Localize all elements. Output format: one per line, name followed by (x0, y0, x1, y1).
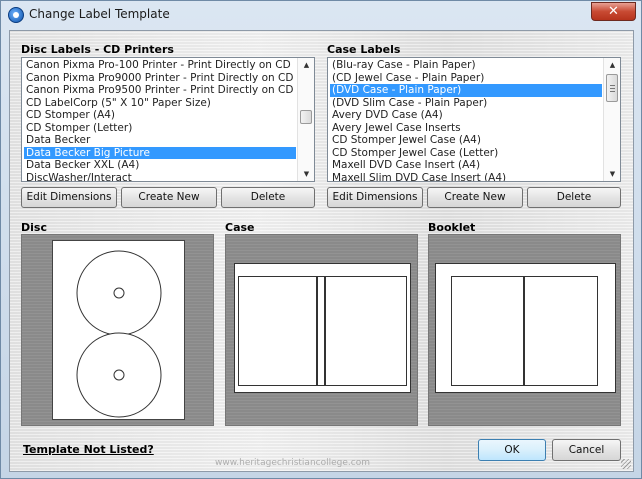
disc-delete-button[interactable]: Delete (221, 187, 315, 208)
disc-edit-dimensions-button[interactable]: Edit Dimensions (21, 187, 117, 208)
list-item[interactable]: Canon Pixma Pro-100 Printer - Print Dire… (24, 59, 296, 72)
case-insert-outline (234, 263, 411, 393)
disc-bottom-hole (113, 369, 125, 381)
template-not-listed-link[interactable]: Template Not Listed? (23, 443, 154, 456)
case-labels-heading: Case Labels (327, 43, 401, 56)
list-item[interactable]: (DVD Slim Case - Plain Paper) (330, 97, 602, 110)
disc-labels-list[interactable]: Canon Pixma Pro-100 Printer - Print Dire… (21, 57, 315, 182)
scroll-down-arrow-icon[interactable]: ▼ (298, 167, 314, 181)
disc-labels-scrollbar[interactable]: ▲ ▼ (297, 58, 314, 181)
ok-button[interactable]: OK (478, 439, 546, 461)
case-preview-heading: Case (225, 221, 255, 234)
list-item[interactable]: Avery Jewel Case Inserts (330, 122, 602, 135)
watermark: www.heritagechristiancollege.com (215, 458, 370, 468)
disc-labels-heading: Disc Labels - CD Printers (21, 43, 174, 56)
dialog-client-area: Disc Labels - CD Printers Canon Pixma Pr… (9, 30, 634, 472)
booklet-right-page (524, 276, 598, 386)
scroll-thumb[interactable] (300, 110, 312, 124)
list-item[interactable]: CD Stomper (Letter) (24, 122, 296, 135)
scroll-down-arrow-icon[interactable]: ▼ (604, 167, 620, 181)
list-item[interactable]: Canon Pixma Pro9500 Printer - Print Dire… (24, 84, 296, 97)
cancel-button[interactable]: Cancel (552, 439, 621, 461)
close-icon: ✕ (608, 4, 619, 19)
close-button[interactable]: ✕ (591, 2, 636, 21)
list-item[interactable]: CD Stomper Jewel Case (Letter) (330, 147, 602, 160)
disc-top-hole (113, 287, 125, 299)
disc-sheet (52, 240, 185, 420)
resize-grip[interactable] (621, 459, 631, 469)
case-labels-scrollbar[interactable]: ▲ ▼ (603, 58, 620, 181)
list-item[interactable]: CD Stomper (A4) (24, 109, 296, 122)
disc-app-icon (8, 7, 24, 23)
list-item[interactable]: Avery DVD Case (A4) (330, 109, 602, 122)
case-spine-panel (317, 276, 325, 386)
booklet-preview-panel (428, 234, 621, 426)
disc-preview-heading: Disc (21, 221, 47, 234)
list-item[interactable]: (Blu-ray Case - Plain Paper) (330, 59, 602, 72)
case-front-panel (325, 276, 407, 386)
list-item[interactable]: Data Becker Big Picture (24, 146, 296, 159)
scroll-up-arrow-icon[interactable]: ▲ (604, 58, 620, 72)
case-edit-dimensions-button[interactable]: Edit Dimensions (327, 187, 423, 208)
title-bar[interactable]: Change Label Template ✕ (1, 1, 641, 29)
list-item[interactable]: (DVD Case - Plain Paper) (330, 84, 602, 97)
list-item[interactable]: Maxell DVD Case Insert (A4) (330, 159, 602, 172)
list-item[interactable]: DiscWasher/Interact (24, 172, 296, 182)
booklet-preview-heading: Booklet (428, 221, 476, 234)
window-title: Change Label Template (29, 7, 170, 21)
disc-layout-drawing (76, 250, 162, 418)
case-back-panel (238, 276, 317, 386)
case-preview-panel (225, 234, 418, 426)
case-delete-button[interactable]: Delete (527, 187, 621, 208)
case-labels-list[interactable]: (Blu-ray Case - Plain Paper) (CD Jewel Ca… (327, 57, 621, 182)
scroll-thumb[interactable] (606, 74, 618, 102)
list-item[interactable]: Data Becker (24, 134, 296, 147)
scroll-up-arrow-icon[interactable]: ▲ (298, 58, 314, 72)
list-item[interactable]: Canon Pixma Pro9000 Printer - Print Dire… (24, 72, 296, 85)
change-label-template-window: Change Label Template ✕ Disc Labels - CD… (0, 0, 642, 479)
list-item[interactable]: Maxell Slim DVD Case Insert (A4) (330, 172, 602, 182)
booklet-left-page (451, 276, 524, 386)
list-item[interactable]: CD LabelCorp (5" X 10" Paper Size) (24, 97, 296, 110)
list-item[interactable]: CD Stomper Jewel Case (A4) (330, 134, 602, 147)
list-item[interactable]: (CD Jewel Case - Plain Paper) (330, 72, 602, 85)
disc-preview-panel (21, 234, 214, 426)
disc-create-new-button[interactable]: Create New (121, 187, 217, 208)
booklet-outline (435, 263, 616, 393)
list-item[interactable]: Data Becker XXL (A4) (24, 159, 296, 172)
case-create-new-button[interactable]: Create New (427, 187, 523, 208)
